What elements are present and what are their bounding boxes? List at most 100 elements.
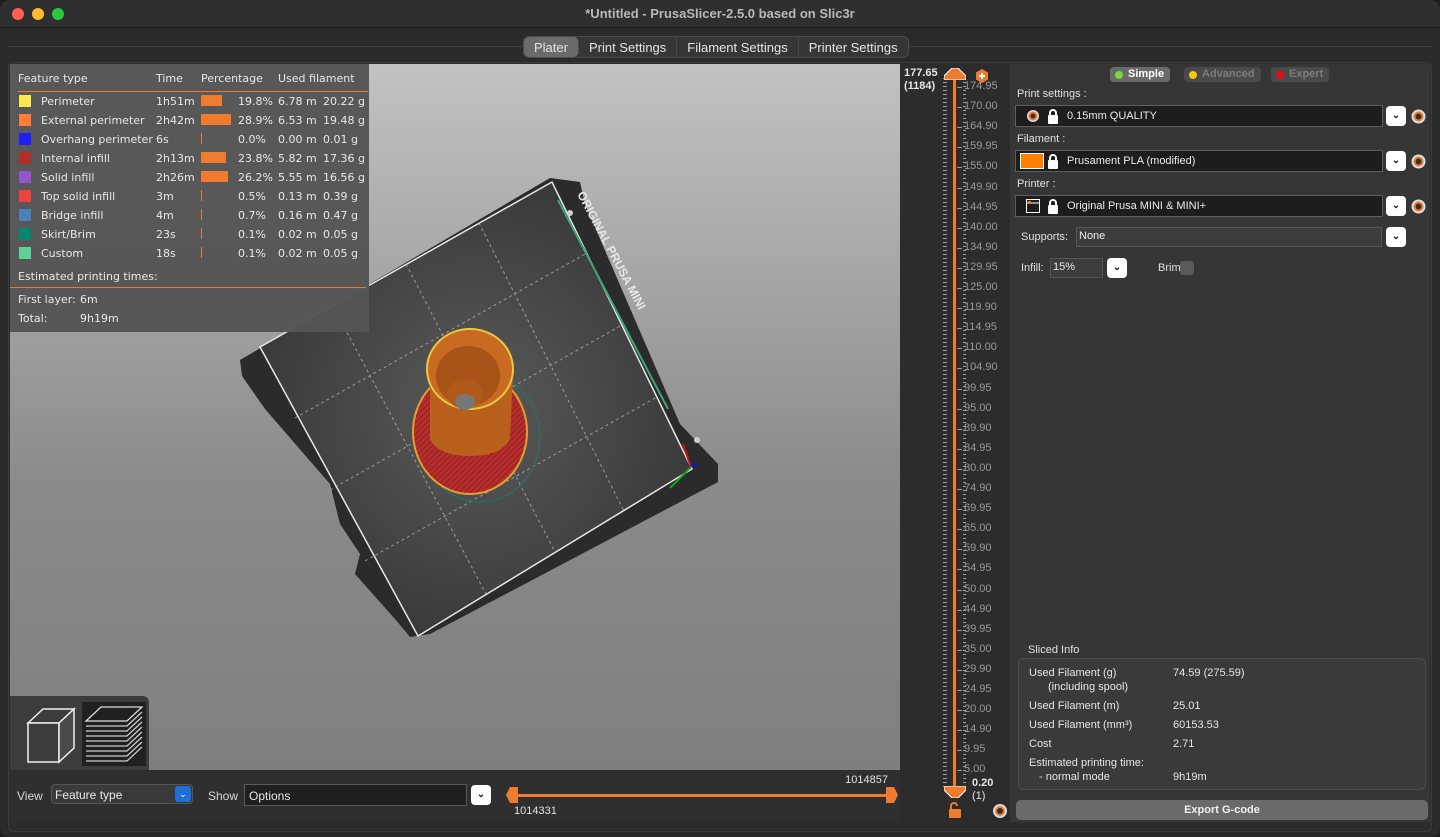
legend-row[interactable]: Bridge infill 4m 0.7% 0.16 m 0.47 g bbox=[18, 207, 368, 226]
filament-color-swatch[interactable] bbox=[1020, 153, 1044, 169]
tab-print-settings[interactable]: Print Settings bbox=[579, 37, 678, 57]
legend-time: 2h26m bbox=[156, 171, 195, 184]
printer-dropdown-button[interactable]: ⌄ bbox=[1386, 196, 1406, 216]
layer-tick-label: 155.00 bbox=[957, 160, 998, 173]
legend-percentage-bar bbox=[201, 114, 231, 125]
moves-slider-right-thumb[interactable] bbox=[886, 787, 898, 803]
unlock-icon[interactable] bbox=[948, 802, 962, 818]
settings-cog-icon[interactable] bbox=[992, 803, 1008, 819]
legend-color-swatch bbox=[19, 152, 31, 164]
first-layer-value: 6m bbox=[80, 293, 98, 306]
layer-slider-top-thumb[interactable] bbox=[944, 68, 966, 80]
legend-color-swatch bbox=[19, 95, 31, 107]
show-options-combo[interactable]: Options bbox=[244, 784, 467, 806]
legend-row[interactable]: Custom 18s 0.1% 0.02 m 0.05 g bbox=[18, 245, 368, 264]
legend-percentage-bar bbox=[201, 190, 202, 201]
layer-tick-label: 74.90 bbox=[957, 482, 992, 494]
legend-row[interactable]: Skirt/Brim 23s 0.1% 0.02 m 0.05 g bbox=[18, 226, 368, 245]
filament-dropdown-button[interactable]: ⌄ bbox=[1386, 151, 1406, 171]
tab-plater[interactable]: Plater bbox=[524, 37, 579, 57]
layer-tick-label: 104.90 bbox=[957, 361, 998, 374]
mode-expert-button[interactable]: Expert bbox=[1271, 67, 1330, 82]
mode-simple-button[interactable]: Simple bbox=[1110, 67, 1171, 82]
legend-feature-name: Top solid infill bbox=[41, 190, 116, 203]
tab-printer-settings[interactable]: Printer Settings bbox=[799, 37, 908, 57]
chevron-down-icon[interactable]: ⌄ bbox=[175, 786, 191, 802]
layer-tick-label: 119.90 bbox=[957, 301, 997, 314]
layer-slider[interactable]: 177.65 (1184) 174.95 170.00 164.90 159.95 15… bbox=[900, 64, 1010, 824]
moves-slider-left-thumb[interactable] bbox=[506, 787, 518, 803]
layer-tick-label: 149.90 bbox=[957, 180, 998, 193]
filament-edit-icon[interactable] bbox=[1411, 154, 1426, 169]
view-select[interactable]: Feature type ⌄ bbox=[51, 784, 193, 804]
status-dot-green bbox=[1115, 71, 1123, 79]
preview-button[interactable] bbox=[82, 702, 146, 766]
estimated-time-label: Estimated printing time: bbox=[1029, 757, 1144, 769]
printer-combo[interactable]: Original Prusa MINI & MINI+ bbox=[1015, 195, 1383, 217]
infill-dropdown-button[interactable]: ⌄ bbox=[1107, 258, 1127, 278]
layer-slider-bottom-thumb[interactable] bbox=[944, 786, 966, 798]
filament-combo[interactable]: Prusament PLA (modified) bbox=[1015, 150, 1383, 172]
legend-weight: 16.56 g bbox=[323, 171, 365, 184]
legend-weight: 0.05 g bbox=[323, 247, 358, 260]
lock-icon bbox=[1048, 154, 1058, 169]
legend-weight: 0.47 g bbox=[323, 209, 358, 222]
layer-tick-label: 69.95 bbox=[957, 502, 992, 515]
legend-percentage: 0.1% bbox=[238, 228, 266, 241]
layer-tick-label: 140.00 bbox=[957, 220, 998, 233]
print-settings-edit-icon[interactable] bbox=[1411, 109, 1426, 124]
app-window: *Untitled - PrusaSlicer-2.5.0 based on S… bbox=[0, 0, 1440, 837]
legend-row[interactable]: Solid infill 2h26m 26.2% 5.55 m 16.56 g bbox=[18, 169, 368, 188]
legend-length: 0.13 m bbox=[278, 190, 317, 203]
mode-simple-label: Simple bbox=[1128, 68, 1165, 80]
legend-row[interactable]: Perimeter 1h51m 19.8% 6.78 m 20.22 g bbox=[18, 93, 368, 112]
legend-time: 23s bbox=[156, 228, 176, 241]
first-layer-label: First layer: bbox=[18, 293, 76, 306]
legend-percentage-bar bbox=[201, 247, 202, 258]
legend-feature-name: Internal infill bbox=[41, 152, 110, 165]
export-gcode-button[interactable]: Export G-code bbox=[1016, 800, 1428, 820]
tabs: Plater Print Settings Filament Settings … bbox=[523, 36, 909, 58]
layer-tick-label: 9.95 bbox=[956, 743, 986, 756]
legend-length: 5.55 m bbox=[278, 171, 317, 184]
used-filament-mm3-value: 60153.53 bbox=[1173, 719, 1219, 731]
infill-combo[interactable]: 15% bbox=[1050, 258, 1103, 278]
legend-length: 6.78 m bbox=[278, 95, 317, 108]
supports-combo[interactable]: None bbox=[1076, 227, 1382, 247]
printer-edit-icon[interactable] bbox=[1411, 199, 1426, 214]
legend-percentage-bar bbox=[201, 133, 202, 144]
legend-weight: 17.36 g bbox=[323, 152, 365, 165]
legend-time: 3m bbox=[156, 190, 174, 203]
legend-percentage: 0.5% bbox=[238, 190, 266, 203]
tab-filament-settings[interactable]: Filament Settings bbox=[677, 37, 799, 57]
layer-tick-label: 134.90 bbox=[957, 240, 998, 253]
mode-advanced-button[interactable]: Advanced bbox=[1184, 67, 1261, 82]
main-tabbar: Plater Print Settings Filament Settings … bbox=[8, 36, 1432, 62]
layer-tick-label: 54.95 bbox=[957, 562, 992, 575]
layer-tick-label: 84.95 bbox=[957, 441, 992, 454]
print-settings-dropdown-button[interactable]: ⌄ bbox=[1386, 106, 1406, 126]
moves-slider[interactable]: 1014331 1014857 bbox=[506, 770, 898, 822]
print-settings-label: Print settings : bbox=[1017, 88, 1087, 100]
legend-header-used: Used filament bbox=[278, 72, 355, 85]
legend-header-time: Time bbox=[156, 72, 183, 85]
show-dropdown-button[interactable]: ⌄ bbox=[471, 785, 491, 805]
legend-percentage-bar bbox=[201, 171, 228, 182]
legend-row[interactable]: Top solid infill 3m 0.5% 0.13 m 0.39 g bbox=[18, 188, 368, 207]
3d-view-button[interactable] bbox=[18, 702, 82, 766]
brim-checkbox[interactable] bbox=[1180, 261, 1194, 275]
print-settings-combo[interactable]: 0.15mm QUALITY bbox=[1015, 105, 1383, 127]
cost-value: 2.71 bbox=[1173, 738, 1195, 750]
printer-value: Original Prusa MINI & MINI+ bbox=[1067, 200, 1207, 212]
legend-weight: 20.22 g bbox=[323, 95, 365, 108]
layer-tick-label: 95.00 bbox=[957, 401, 992, 414]
legend-length: 6.53 m bbox=[278, 114, 317, 127]
supports-dropdown-button[interactable]: ⌄ bbox=[1386, 227, 1406, 247]
preview-canvas[interactable]: ORIGINAL PRUSA MINI Feature type Time Pe… bbox=[10, 64, 900, 770]
legend-row[interactable]: Overhang perimeter 6s 0.0% 0.00 m 0.01 g bbox=[18, 131, 368, 150]
legend-row[interactable]: Internal infill 2h13m 23.8% 5.82 m 17.36 g bbox=[18, 150, 368, 169]
legend-weight: 0.05 g bbox=[323, 228, 358, 241]
show-label: Show bbox=[208, 789, 239, 803]
used-filament-mm3-label: Used Filament (mm³) bbox=[1029, 719, 1133, 731]
legend-row[interactable]: External perimeter 2h42m 28.9% 6.53 m 19.48 … bbox=[18, 112, 368, 131]
